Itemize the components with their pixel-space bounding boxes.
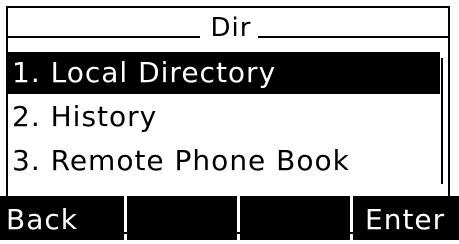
softkey-enter[interactable]: Enter [353,196,459,240]
softkey-back[interactable]: Back [0,196,124,240]
menu-item-history[interactable]: 2. History [8,96,440,138]
softkey-3[interactable] [240,196,350,240]
scrollbar[interactable] [441,58,447,184]
title-rule-left [8,36,200,38]
title-rule-right [258,36,448,38]
title-bar: Dir [8,8,448,48]
softkey-bar: Back Enter [0,196,459,240]
softkey-2[interactable] [127,196,237,240]
page-title: Dir [210,13,252,43]
menu-item-local-directory[interactable]: 1. Local Directory [8,52,440,94]
menu-item-remote-phone-book[interactable]: 3. Remote Phone Book [8,140,440,182]
